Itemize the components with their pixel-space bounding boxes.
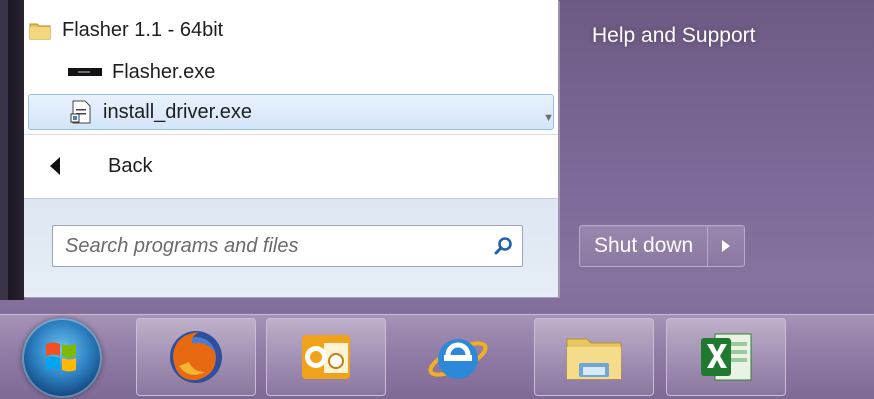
help-and-support-link[interactable]: Help and Support — [592, 24, 755, 48]
taskbar-excel[interactable] — [666, 318, 786, 396]
search-input[interactable] — [53, 225, 486, 267]
setup-file-icon — [69, 100, 93, 124]
start-menu-left-pane: Flasher 1.1 - 64bit Flasher.exe install_… — [24, 0, 559, 297]
desktop-left-edge — [0, 0, 24, 300]
chevron-right-icon — [722, 240, 731, 252]
shutdown-button[interactable]: Shut down — [580, 226, 707, 266]
windows-start-orb-icon — [46, 342, 76, 372]
folder-icon — [28, 18, 52, 42]
taskbar-windows-explorer[interactable] — [534, 318, 654, 396]
excel-icon — [701, 333, 752, 381]
windows-explorer-icon — [566, 338, 622, 380]
program-list: Flasher 1.1 - 64bit Flasher.exe install_… — [24, 0, 558, 134]
search-box[interactable] — [52, 225, 523, 267]
flasher-app-icon — [68, 60, 102, 84]
program-item-flasher-folder[interactable]: Flasher 1.1 - 64bit — [28, 12, 536, 48]
search-area — [24, 198, 558, 297]
program-item-install-driver[interactable]: install_driver.exe — [28, 94, 554, 130]
program-item-label: Flasher 1.1 - 64bit — [62, 18, 224, 41]
program-item-label: install_driver.exe — [103, 100, 252, 123]
program-item-flasher-exe[interactable]: Flasher.exe — [68, 54, 536, 90]
internet-explorer-icon — [428, 339, 488, 379]
taskbar-firefox[interactable] — [136, 318, 256, 396]
search-icon[interactable] — [486, 228, 522, 264]
taskbar-internet-explorer[interactable] — [398, 318, 518, 396]
back-label: Back — [108, 154, 153, 177]
scroll-down-arrow-icon[interactable]: ▼ — [543, 112, 554, 124]
back-button[interactable]: Back — [24, 135, 558, 197]
outlook-icon — [302, 335, 350, 379]
firefox-icon — [170, 331, 222, 383]
start-button[interactable] — [22, 318, 102, 398]
program-item-label: Flasher.exe — [112, 60, 216, 83]
back-arrow-icon — [50, 157, 60, 175]
taskbar-outlook[interactable] — [266, 318, 386, 396]
shutdown-control: Shut down — [579, 225, 746, 267]
shutdown-options-button[interactable] — [707, 226, 744, 266]
